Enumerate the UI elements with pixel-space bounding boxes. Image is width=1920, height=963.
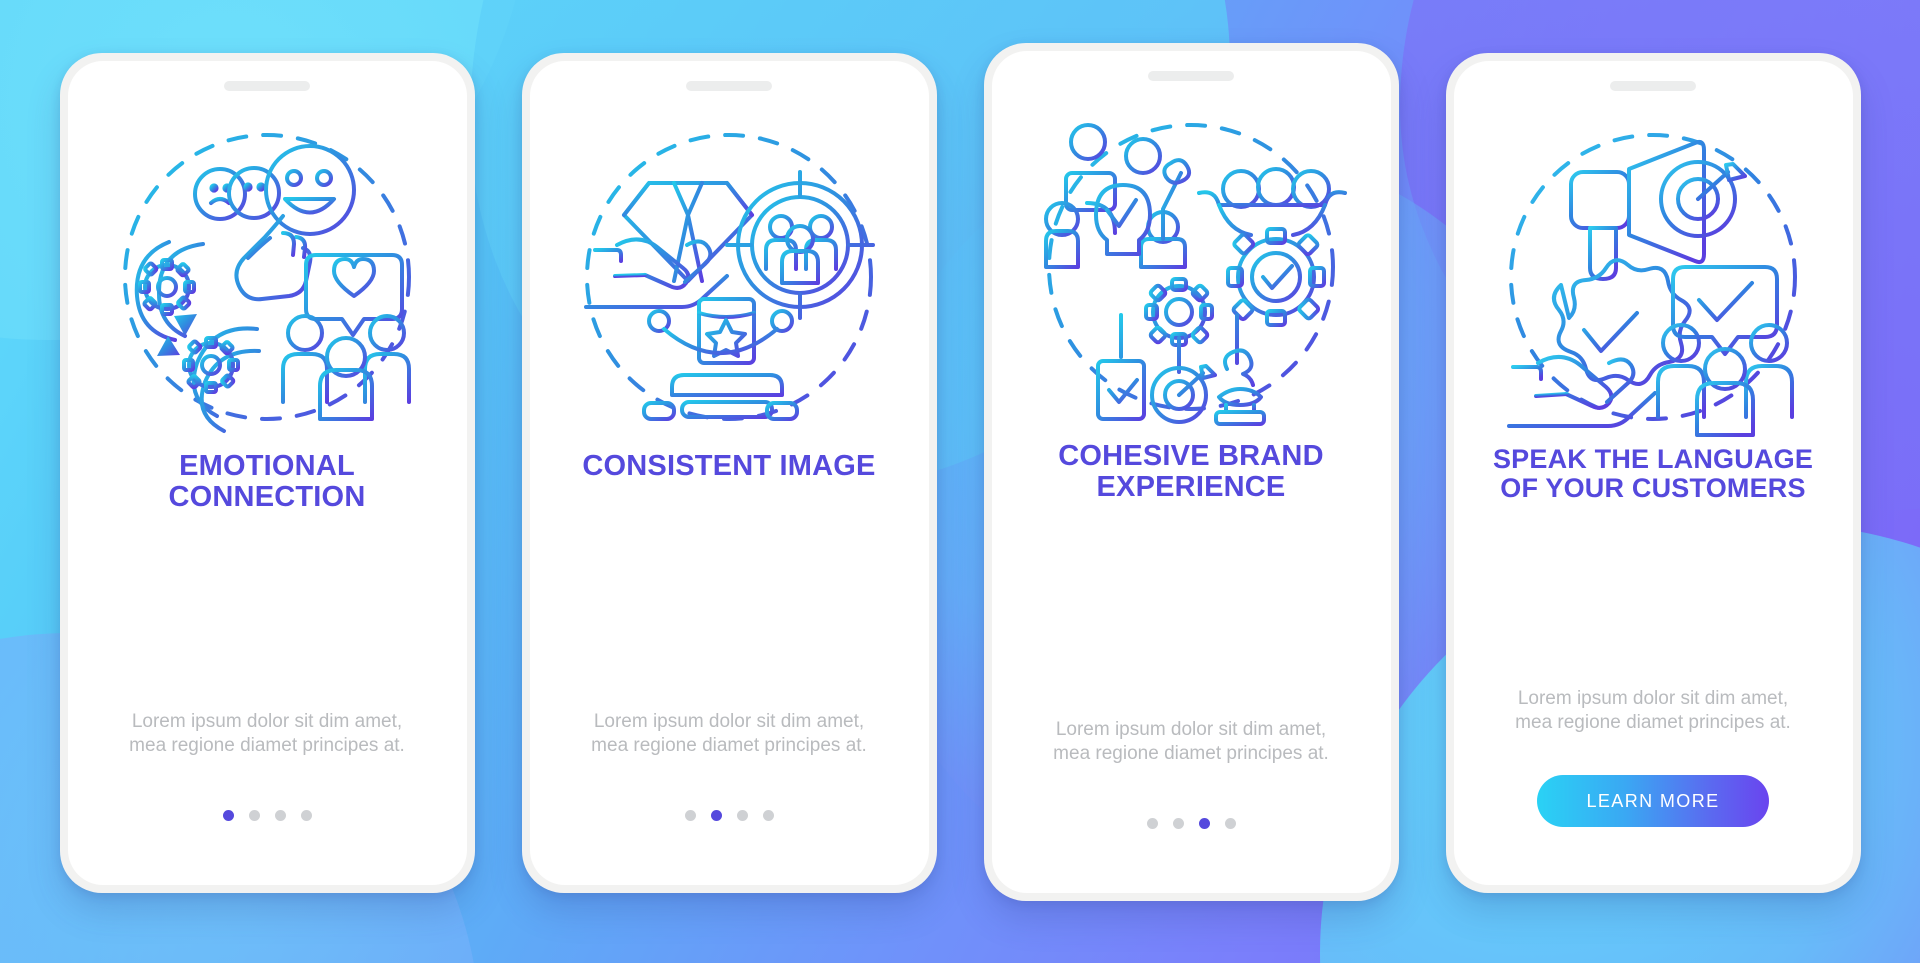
megaphone-target-star-people-icon xyxy=(1493,117,1813,437)
pagination-dot-3[interactable] xyxy=(736,810,748,821)
pagination-dot-3[interactable] xyxy=(1198,818,1210,829)
phone-card-consistent-image[interactable]: CONSISTENT IMAGE Lorem ipsum dolor sit d… xyxy=(521,53,937,893)
emoji-feedback-gears-people-icon xyxy=(107,117,427,437)
phone-card-speak-the-language-of-your-customers[interactable]: SPEAK THE LANGUAGE OF YOUR CUSTOMERS Lor… xyxy=(1445,53,1861,893)
phone-speaker-bar xyxy=(1610,81,1696,91)
pagination-dots[interactable] xyxy=(1146,818,1236,829)
page-title: COHESIVE BRAND EXPERIENCE xyxy=(1058,440,1324,503)
phone-screen: SPEAK THE LANGUAGE OF YOUR CUSTOMERS Lor… xyxy=(1453,61,1853,885)
pagination-dot-1[interactable] xyxy=(222,810,234,821)
learn-more-button[interactable]: LEARN MORE xyxy=(1537,775,1769,827)
phone-speaker-bar xyxy=(1148,71,1234,81)
pagination-dots[interactable] xyxy=(222,810,312,821)
phone-speaker-bar xyxy=(686,81,772,91)
page-description: Lorem ipsum dolor sit dim amet, mea regi… xyxy=(1053,719,1329,765)
pagination-dots[interactable] xyxy=(684,810,774,821)
page-title: CONSISTENT IMAGE xyxy=(582,450,876,482)
pagination-dot-3[interactable] xyxy=(274,810,286,821)
pagination-dot-2[interactable] xyxy=(710,810,722,821)
page-title: SPEAK THE LANGUAGE OF YOUR CUSTOMERS xyxy=(1492,444,1814,503)
pagination-dot-2[interactable] xyxy=(248,810,260,821)
pagination-dot-4[interactable] xyxy=(762,810,774,821)
pagination-dot-1[interactable] xyxy=(1146,818,1158,829)
phone-screen: COHESIVE BRAND EXPERIENCE Lorem ipsum do… xyxy=(991,51,1391,893)
pagination-dot-2[interactable] xyxy=(1172,818,1184,829)
phone-cards-row: EMOTIONAL CONNECTION Lorem ipsum dolor s… xyxy=(0,0,1920,963)
phone-screen: CONSISTENT IMAGE Lorem ipsum dolor sit d… xyxy=(529,61,929,885)
phone-card-emotional-connection[interactable]: EMOTIONAL CONNECTION Lorem ipsum dolor s… xyxy=(59,53,475,893)
pagination-dot-1[interactable] xyxy=(684,810,696,821)
team-lightbulb-gear-strategy-icon xyxy=(1031,107,1351,427)
phone-screen: EMOTIONAL CONNECTION Lorem ipsum dolor s… xyxy=(67,61,467,885)
page-description: Lorem ipsum dolor sit dim amet, mea regi… xyxy=(1515,688,1791,734)
onboarding-screens-mockup: EMOTIONAL CONNECTION Lorem ipsum dolor s… xyxy=(0,0,1920,963)
page-description: Lorem ipsum dolor sit dim amet, mea regi… xyxy=(129,711,405,757)
page-title: EMOTIONAL CONNECTION xyxy=(168,450,366,513)
phone-card-cohesive-brand-experience[interactable]: COHESIVE BRAND EXPERIENCE Lorem ipsum do… xyxy=(983,43,1399,901)
diamond-hand-target-pedestal-icon xyxy=(569,117,889,437)
page-description: Lorem ipsum dolor sit dim amet, mea regi… xyxy=(591,711,867,757)
pagination-dot-4[interactable] xyxy=(1224,818,1236,829)
phone-speaker-bar xyxy=(224,81,310,91)
pagination-dot-4[interactable] xyxy=(300,810,312,821)
